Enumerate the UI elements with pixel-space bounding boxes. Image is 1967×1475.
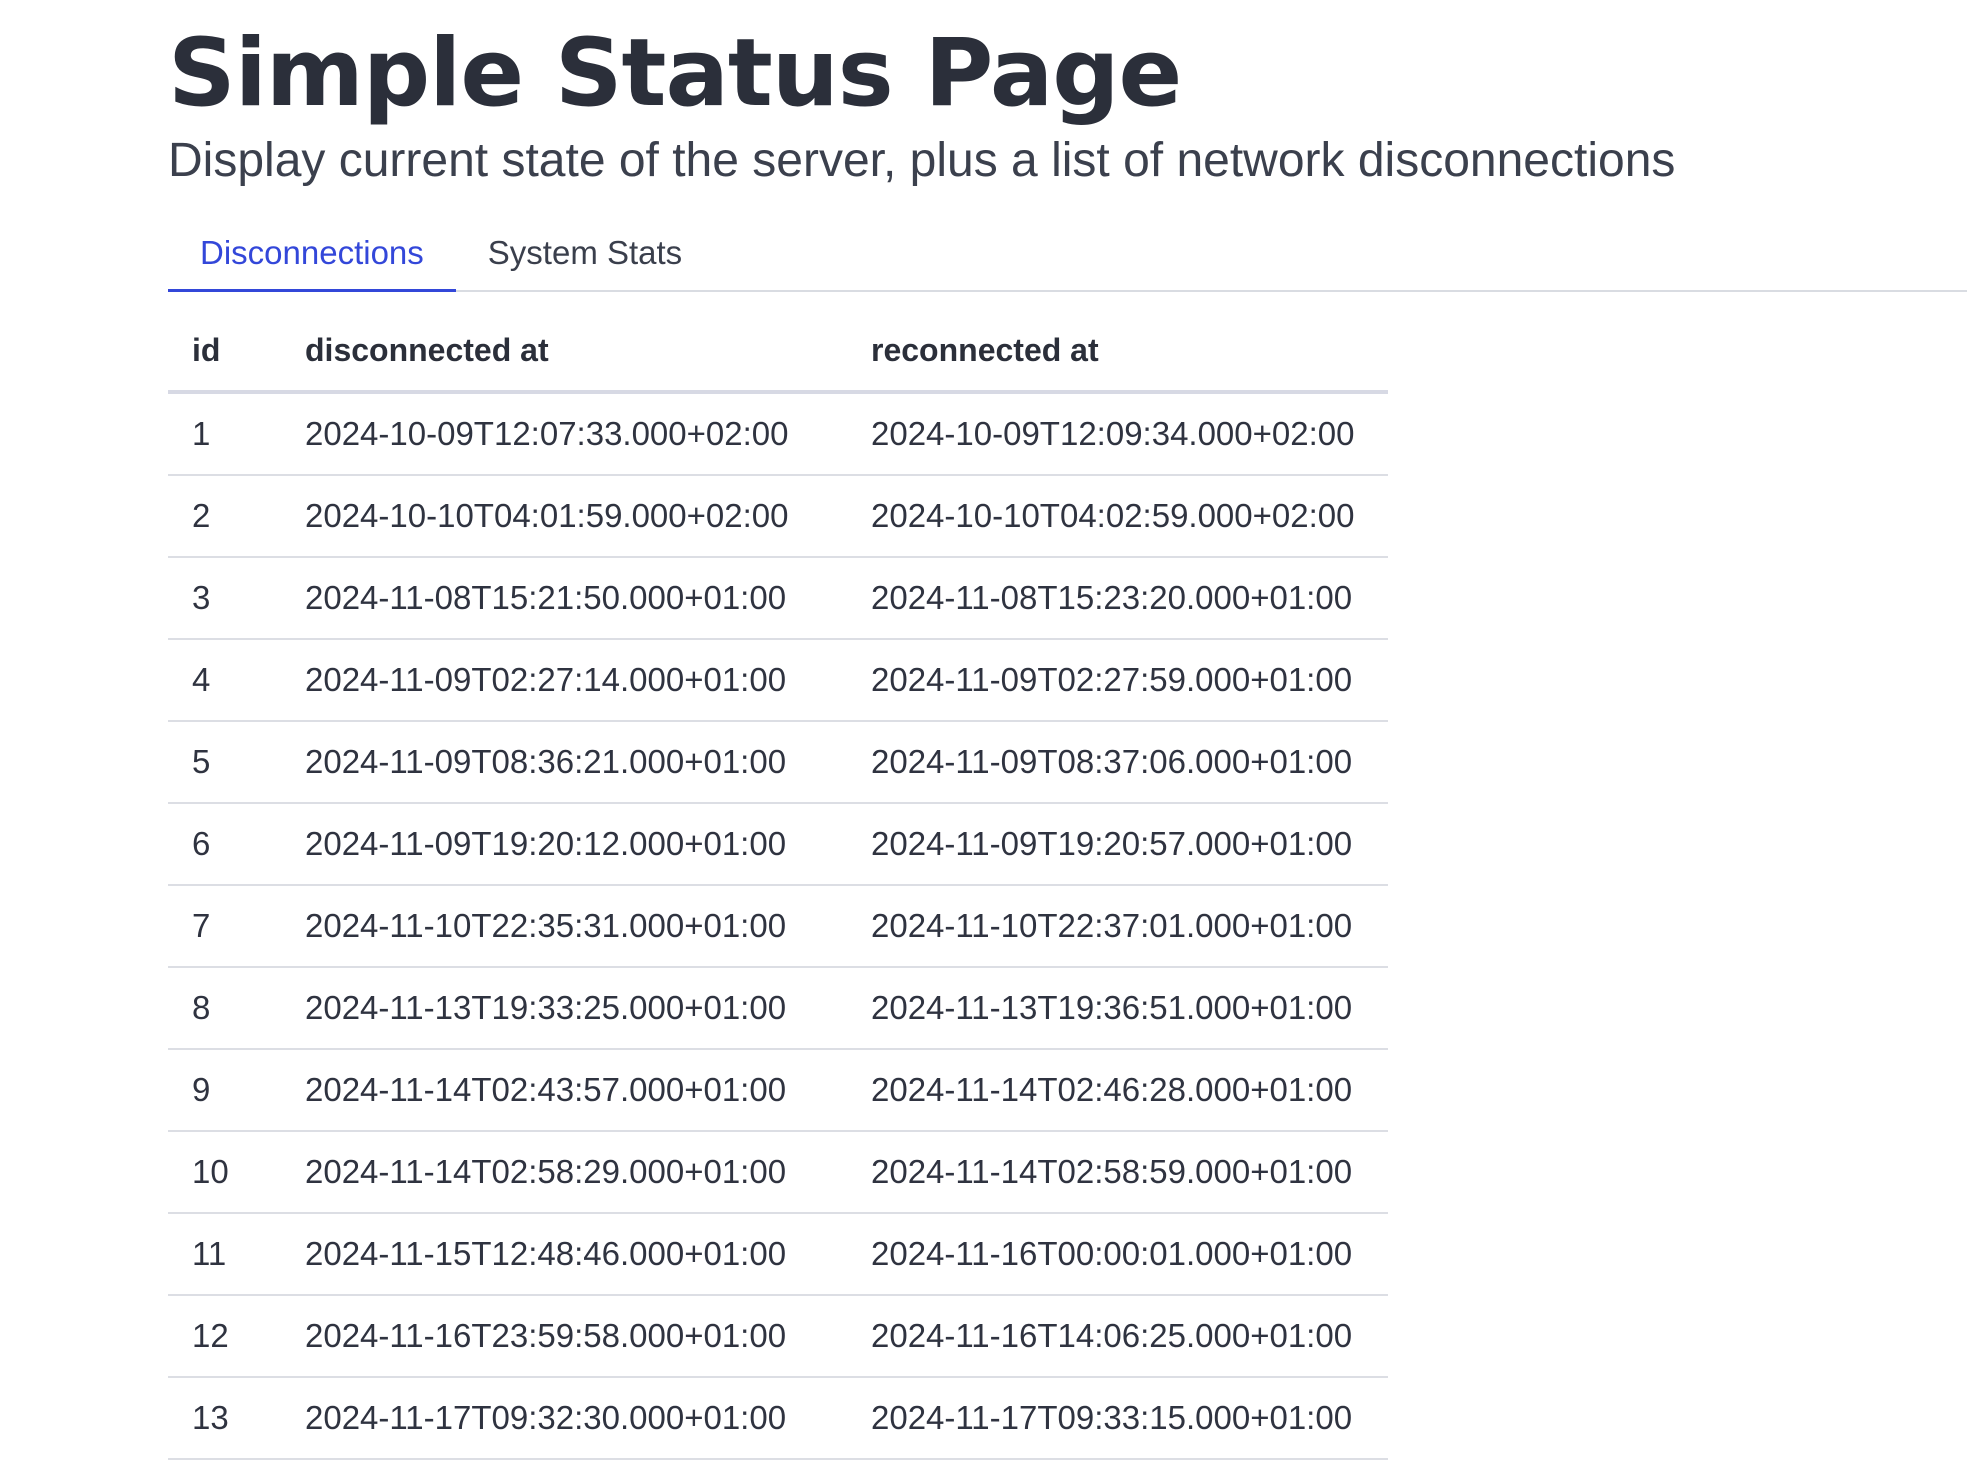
table-header-row: id disconnected at reconnected at xyxy=(168,310,1388,394)
tab-disconnections[interactable]: Disconnections xyxy=(168,214,456,292)
cell-reconnected-at: 2024-11-09T02:27:59.000+01:00 xyxy=(847,639,1388,722)
cell-disconnected-at: 2024-11-14T02:58:29.000+01:00 xyxy=(281,1131,847,1214)
cell-id: 13 xyxy=(168,1377,281,1460)
cell-reconnected-at: 2024-10-10T04:02:59.000+02:00 xyxy=(847,475,1388,558)
table-row: 6 2024-11-09T19:20:12.000+01:00 2024-11-09… xyxy=(168,803,1388,886)
cell-reconnected-at: 2024-11-17T09:33:15.000+01:00 xyxy=(847,1377,1388,1460)
table-row: 7 2024-11-10T22:35:31.000+01:00 2024-11-10… xyxy=(168,885,1388,968)
cell-disconnected-at: 2024-11-08T15:21:50.000+01:00 xyxy=(281,557,847,640)
cell-id: 3 xyxy=(168,557,281,640)
table-row: 4 2024-11-09T02:27:14.000+01:00 2024-11-09… xyxy=(168,639,1388,722)
cell-id: 7 xyxy=(168,885,281,968)
cell-disconnected-at: 2024-11-10T22:35:31.000+01:00 xyxy=(281,885,847,968)
cell-disconnected-at: 2024-11-09T02:27:14.000+01:00 xyxy=(281,639,847,722)
table-row: 10 2024-11-14T02:58:29.000+01:00 2024-11-1… xyxy=(168,1131,1388,1214)
cell-disconnected-at: 2024-10-09T12:07:33.000+02:00 xyxy=(281,392,847,476)
table-row: 1 2024-10-09T12:07:33.000+02:00 2024-10-09… xyxy=(168,392,1388,476)
cell-reconnected-at: 2024-11-14T02:46:28.000+01:00 xyxy=(847,1049,1388,1132)
cell-id: 5 xyxy=(168,721,281,804)
cell-id: 12 xyxy=(168,1295,281,1378)
cell-id: 10 xyxy=(168,1131,281,1214)
tab-bar: Disconnections System Stats xyxy=(168,214,1967,292)
tab-system-stats[interactable]: System Stats xyxy=(456,214,714,292)
cell-id: 11 xyxy=(168,1213,281,1296)
page-header: Simple Status Page Display current state… xyxy=(168,18,1928,192)
table-row: 5 2024-11-09T08:36:21.000+01:00 2024-11-09… xyxy=(168,721,1388,804)
table-row: 11 2024-11-15T12:48:46.000+01:00 2024-11-1… xyxy=(168,1213,1388,1296)
cell-disconnected-at: 2024-10-10T04:01:59.000+02:00 xyxy=(281,475,847,558)
cell-id: 9 xyxy=(168,1049,281,1132)
cell-disconnected-at: 2024-11-16T23:59:58.000+01:00 xyxy=(281,1295,847,1378)
cell-disconnected-at: 2024-11-09T19:20:12.000+01:00 xyxy=(281,803,847,886)
column-header-id: id xyxy=(168,310,281,394)
cell-disconnected-at: 2024-11-15T12:48:46.000+01:00 xyxy=(281,1213,847,1296)
cell-disconnected-at: 2024-11-14T02:43:57.000+01:00 xyxy=(281,1049,847,1132)
cell-reconnected-at: 2024-11-14T02:58:59.000+01:00 xyxy=(847,1131,1388,1214)
cell-reconnected-at: 2024-11-16T00:00:01.000+01:00 xyxy=(847,1213,1388,1296)
cell-reconnected-at: 2024-11-08T15:23:20.000+01:00 xyxy=(847,557,1388,640)
cell-id: 4 xyxy=(168,639,281,722)
table-row: 8 2024-11-13T19:33:25.000+01:00 2024-11-13… xyxy=(168,967,1388,1050)
cell-reconnected-at: 2024-10-09T12:09:34.000+02:00 xyxy=(847,392,1388,476)
cell-id: 1 xyxy=(168,392,281,476)
cell-id: 8 xyxy=(168,967,281,1050)
cell-reconnected-at: 2024-11-13T19:36:51.000+01:00 xyxy=(847,967,1388,1050)
page-subtitle: Display current state of the server, plu… xyxy=(168,134,1676,187)
table-body: 1 2024-10-09T12:07:33.000+02:00 2024-10-09… xyxy=(168,392,1388,1460)
table-row: 9 2024-11-14T02:43:57.000+01:00 2024-11-14… xyxy=(168,1049,1388,1132)
cell-reconnected-at: 2024-11-09T19:20:57.000+01:00 xyxy=(847,803,1388,886)
table-row: 12 2024-11-16T23:59:58.000+01:00 2024-11-1… xyxy=(168,1295,1388,1378)
column-header-disconnected-at: disconnected at xyxy=(281,310,847,394)
table-header: id disconnected at reconnected at xyxy=(168,310,1388,394)
column-header-reconnected-at: reconnected at xyxy=(847,310,1388,394)
cell-disconnected-at: 2024-11-17T09:32:30.000+01:00 xyxy=(281,1377,847,1460)
cell-disconnected-at: 2024-11-09T08:36:21.000+01:00 xyxy=(281,721,847,804)
cell-reconnected-at: 2024-11-09T08:37:06.000+01:00 xyxy=(847,721,1388,804)
table-row: 3 2024-11-08T15:21:50.000+01:00 2024-11-08… xyxy=(168,557,1388,640)
page-title: Simple Status Page xyxy=(168,19,1182,128)
disconnections-table: id disconnected at reconnected at 1 2024-… xyxy=(168,310,1388,1460)
status-page: Simple Status Page Display current state… xyxy=(0,0,1967,1475)
disconnections-table-container: id disconnected at reconnected at 1 2024-… xyxy=(168,310,1388,1460)
table-row: 13 2024-11-17T09:32:30.000+01:00 2024-11-1… xyxy=(168,1377,1388,1460)
cell-disconnected-at: 2024-11-13T19:33:25.000+01:00 xyxy=(281,967,847,1050)
table-row: 2 2024-10-10T04:01:59.000+02:00 2024-10-10… xyxy=(168,475,1388,558)
cell-reconnected-at: 2024-11-16T14:06:25.000+01:00 xyxy=(847,1295,1388,1378)
cell-id: 2 xyxy=(168,475,281,558)
cell-reconnected-at: 2024-11-10T22:37:01.000+01:00 xyxy=(847,885,1388,968)
cell-id: 6 xyxy=(168,803,281,886)
